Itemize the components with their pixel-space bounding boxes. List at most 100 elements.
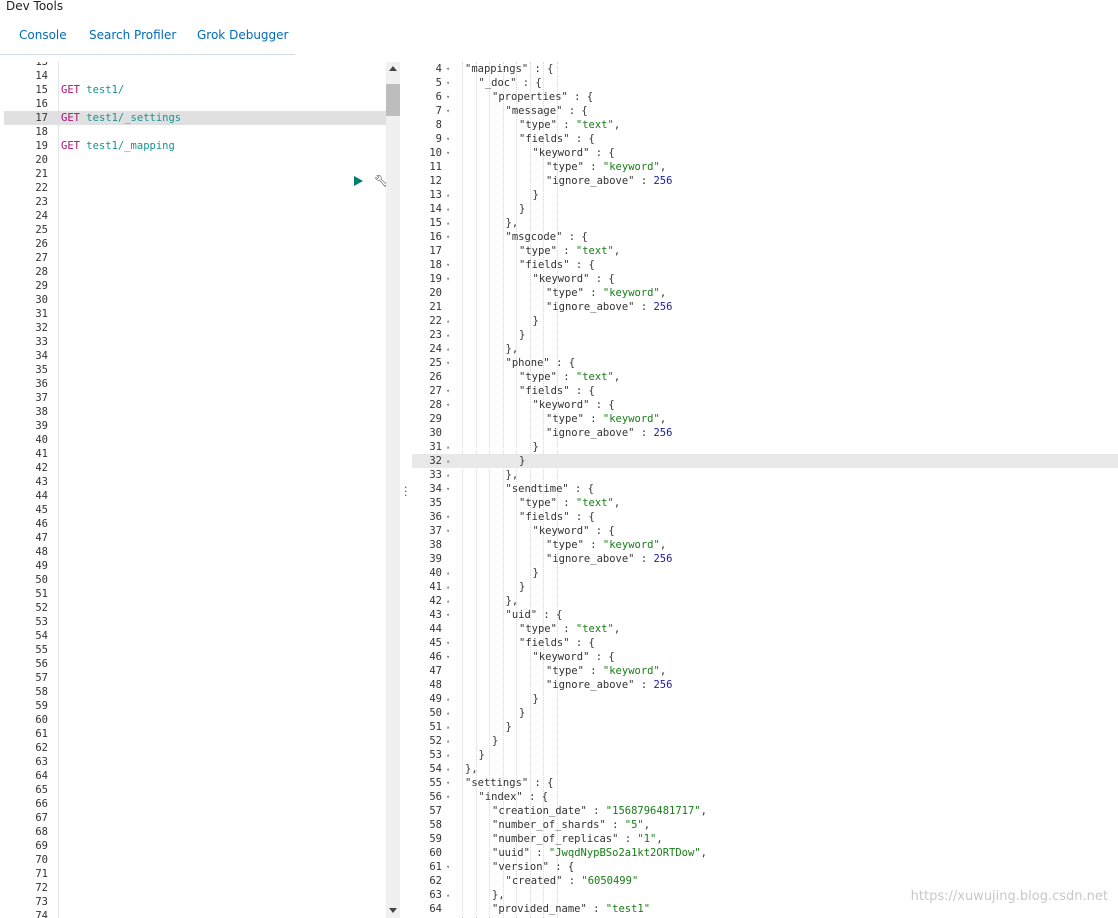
request-line[interactable]: 23: [4, 195, 386, 209]
fold-toggle-icon[interactable]: ▾: [446, 790, 450, 804]
request-line[interactable]: 22: [4, 181, 386, 195]
request-line[interactable]: 41: [4, 447, 386, 461]
request-line[interactable]: 72: [4, 881, 386, 895]
request-line[interactable]: 48: [4, 545, 386, 559]
fold-toggle-icon[interactable]: ▴: [446, 440, 450, 454]
request-line[interactable]: 26: [4, 237, 386, 251]
fold-toggle-icon[interactable]: ▴: [446, 202, 450, 216]
request-line[interactable]: 65: [4, 783, 386, 797]
fold-toggle-icon[interactable]: ▴: [446, 706, 450, 720]
request-line[interactable]: 73: [4, 895, 386, 909]
request-line[interactable]: 40: [4, 433, 386, 447]
fold-toggle-icon[interactable]: ▾: [446, 90, 450, 104]
request-line[interactable]: 66: [4, 797, 386, 811]
scroll-down-icon[interactable]: [389, 908, 397, 913]
fold-toggle-icon[interactable]: ▾: [446, 650, 450, 664]
fold-toggle-icon[interactable]: ▾: [446, 230, 450, 244]
fold-toggle-icon[interactable]: ▴: [446, 720, 450, 734]
scrollbar-thumb[interactable]: [386, 84, 400, 116]
request-line[interactable]: 70: [4, 853, 386, 867]
request-line[interactable]: 15 GET test1/: [4, 83, 386, 97]
play-icon[interactable]: [354, 176, 363, 186]
fold-toggle-icon[interactable]: ▴: [446, 762, 450, 776]
tab-console[interactable]: Console: [19, 28, 67, 42]
fold-toggle-icon[interactable]: ▴: [446, 216, 450, 230]
request-line[interactable]: 50: [4, 573, 386, 587]
request-line[interactable]: 20: [4, 153, 386, 167]
request-line[interactable]: 63: [4, 755, 386, 769]
fold-toggle-icon[interactable]: ▴: [446, 566, 450, 580]
request-line[interactable]: 31: [4, 307, 386, 321]
request-line[interactable]: 35: [4, 363, 386, 377]
fold-toggle-icon[interactable]: ▴: [446, 188, 450, 202]
request-line[interactable]: 29: [4, 279, 386, 293]
request-line[interactable]: 59: [4, 699, 386, 713]
fold-toggle-icon[interactable]: ▴: [446, 580, 450, 594]
fold-toggle-icon[interactable]: ▴: [446, 328, 450, 342]
fold-toggle-icon[interactable]: ▾: [446, 636, 450, 650]
request-line[interactable]: 19 GET test1/_mapping: [4, 139, 386, 153]
request-line[interactable]: 74: [4, 909, 386, 918]
fold-toggle-icon[interactable]: ▾: [446, 104, 450, 118]
request-line[interactable]: 68: [4, 825, 386, 839]
request-line[interactable]: 58: [4, 685, 386, 699]
request-line[interactable]: 34: [4, 349, 386, 363]
fold-toggle-icon[interactable]: ▾: [446, 860, 450, 874]
request-line[interactable]: 24: [4, 209, 386, 223]
request-line[interactable]: 45: [4, 503, 386, 517]
tab-search-profiler[interactable]: Search Profiler: [89, 28, 176, 42]
request-line[interactable]: 54: [4, 629, 386, 643]
request-line[interactable]: 69: [4, 839, 386, 853]
fold-toggle-icon[interactable]: ▾: [446, 76, 450, 90]
fold-toggle-icon[interactable]: ▾: [446, 62, 450, 76]
request-scrollbar[interactable]: [386, 62, 400, 918]
fold-toggle-icon[interactable]: ▾: [446, 482, 450, 496]
fold-toggle-icon[interactable]: ▴: [446, 594, 450, 608]
fold-toggle-icon[interactable]: ▾: [446, 510, 450, 524]
fold-toggle-icon[interactable]: ▾: [446, 132, 450, 146]
request-line[interactable]: 39: [4, 419, 386, 433]
request-line[interactable]: 42: [4, 461, 386, 475]
fold-toggle-icon[interactable]: ▾: [446, 384, 450, 398]
fold-toggle-icon[interactable]: ▾: [446, 146, 450, 160]
request-line[interactable]: 46: [4, 517, 386, 531]
request-line[interactable]: 52: [4, 601, 386, 615]
request-line[interactable]: 51: [4, 587, 386, 601]
fold-toggle-icon[interactable]: ▾: [446, 524, 450, 538]
tab-grok-debugger[interactable]: Grok Debugger: [197, 28, 288, 42]
request-line[interactable]: 62: [4, 741, 386, 755]
request-line[interactable]: 60: [4, 713, 386, 727]
scroll-up-icon[interactable]: [389, 66, 397, 71]
request-line[interactable]: 55: [4, 643, 386, 657]
response-editor[interactable]: 4 ▾ "mappings" : {5 ▾ "_doc" : {6 ▾ "propertie…: [412, 62, 1118, 918]
fold-toggle-icon[interactable]: ▾: [446, 398, 450, 412]
request-line[interactable]: 21: [4, 167, 386, 181]
request-line[interactable]: 17 GET test1/_settings: [4, 111, 386, 125]
fold-toggle-icon[interactable]: ▾: [446, 356, 450, 370]
request-line[interactable]: 61: [4, 727, 386, 741]
fold-toggle-icon[interactable]: ▴: [446, 748, 450, 762]
request-line[interactable]: 57: [4, 671, 386, 685]
pane-resizer[interactable]: · · ·: [400, 62, 412, 918]
request-editor[interactable]: 14 15 GET test1/16 17 GET test1/_settings 18 1…: [4, 62, 386, 918]
fold-toggle-icon[interactable]: ▴: [446, 314, 450, 328]
request-line[interactable]: 49: [4, 559, 386, 573]
request-line[interactable]: 18: [4, 125, 386, 139]
fold-toggle-icon[interactable]: ▴: [446, 888, 450, 902]
request-line[interactable]: 32: [4, 321, 386, 335]
request-line[interactable]: 27: [4, 251, 386, 265]
fold-toggle-icon[interactable]: ▴: [446, 734, 450, 748]
request-line[interactable]: 44: [4, 489, 386, 503]
request-line[interactable]: 43: [4, 475, 386, 489]
fold-toggle-icon[interactable]: ▾: [446, 776, 450, 790]
request-line[interactable]: 36: [4, 377, 386, 391]
fold-toggle-icon[interactable]: ▴: [446, 692, 450, 706]
request-line[interactable]: 67: [4, 811, 386, 825]
request-line[interactable]: 53: [4, 615, 386, 629]
request-line[interactable]: 38: [4, 405, 386, 419]
request-line[interactable]: 64: [4, 769, 386, 783]
fold-toggle-icon[interactable]: ▾: [446, 608, 450, 622]
request-line[interactable]: 30: [4, 293, 386, 307]
fold-toggle-icon[interactable]: ▴: [446, 468, 450, 482]
request-line[interactable]: 16: [4, 97, 386, 111]
